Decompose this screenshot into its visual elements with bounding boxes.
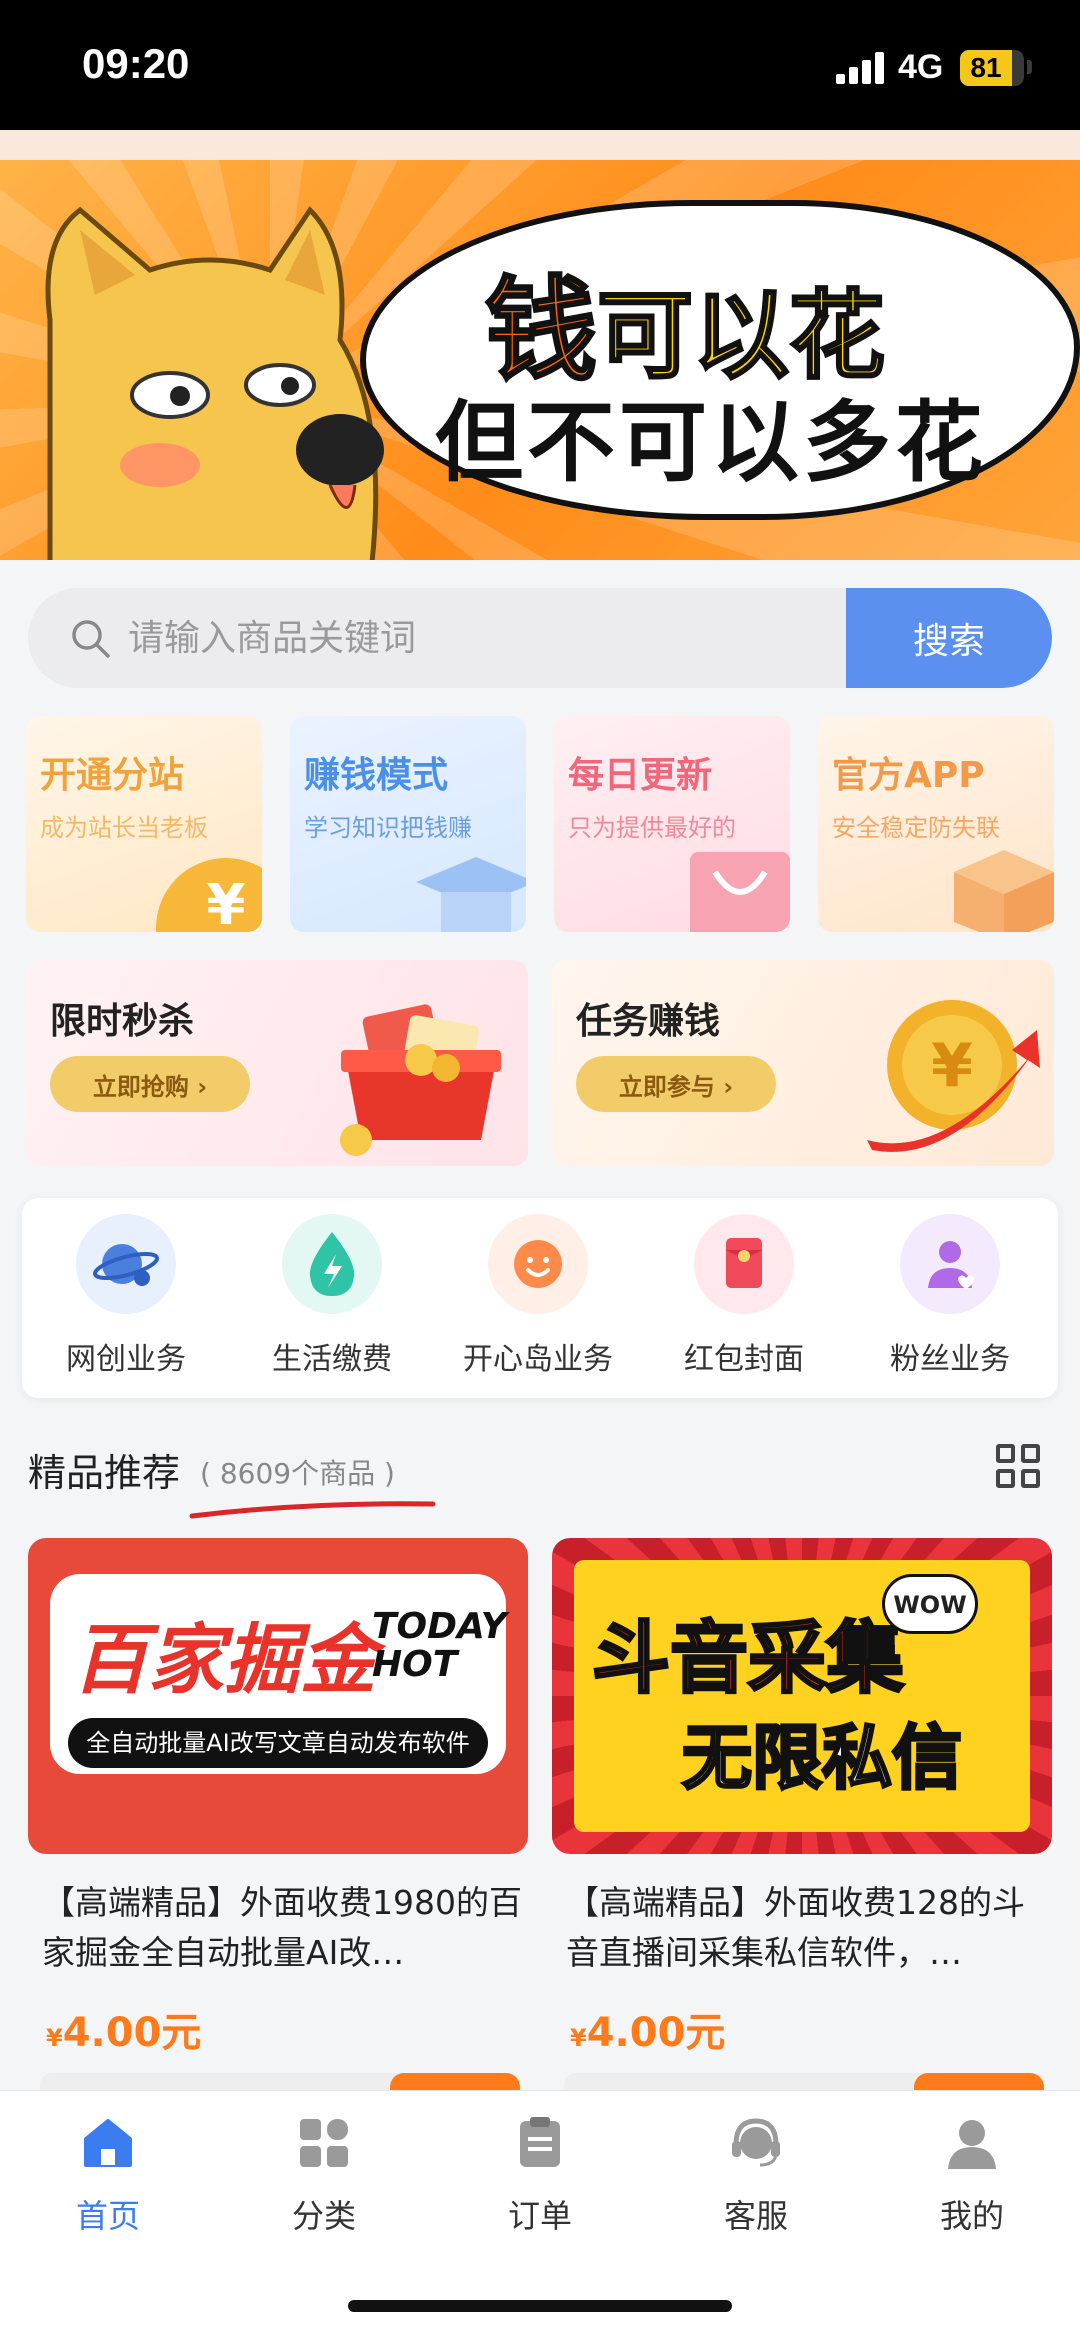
- red-underline-mark: [189, 1501, 436, 1519]
- price-symbol: ¥: [46, 2024, 63, 2052]
- grid-view-toggle-icon[interactable]: [996, 1444, 1042, 1490]
- product-image-badge: TODAY HOT: [372, 1608, 507, 1684]
- promo-card-flash-sale[interactable]: 限时秒杀 立即抢购 ›: [26, 960, 528, 1166]
- product-card[interactable]: 斗音采集 WOW 无限私信 【高端精品】外面收费128的斗音直播间采集私信软件，…: [552, 1538, 1052, 2103]
- product-image: 斗音采集 WOW 无限私信: [552, 1538, 1052, 1854]
- tab-label: 首页: [75, 2197, 140, 2235]
- product-image: 百家掘金 TODAY HOT 全自动批量AI改写文章自动发布软件: [28, 1538, 528, 1854]
- feature-title: 开通分站: [40, 755, 185, 796]
- tab-category[interactable]: 分类: [244, 2115, 404, 2235]
- feature-title: 每日更新: [568, 755, 713, 796]
- battery-level: 81: [970, 52, 1002, 83]
- category-grid-icon: [300, 2119, 348, 2167]
- tab-label: 客服: [723, 2197, 788, 2235]
- search-input[interactable]: [128, 588, 848, 688]
- product-image-headline: 百家掘金: [72, 1615, 376, 1704]
- product-image-badge: WOW: [882, 1574, 978, 1634]
- product-price: ¥4.00元: [46, 2000, 201, 2058]
- join-now-button[interactable]: 立即参与 ›: [576, 1056, 776, 1112]
- tab-label: 我的: [939, 2197, 1004, 2235]
- product-image-subline: 无限私信: [681, 1716, 964, 1801]
- promo-title: 限时秒杀: [50, 1001, 195, 1042]
- water-drop-icon: [282, 1214, 382, 1314]
- gold-coin-icon: ¥: [867, 1000, 1040, 1152]
- tab-label: 订单: [507, 2197, 572, 2235]
- promo-banner[interactable]: 钱可以花 但不可以多花: [0, 160, 1080, 560]
- feature-title: 赚钱模式: [304, 755, 449, 796]
- graduation-cap-icon: [416, 857, 526, 932]
- service-shortcuts: 网创业务 生活缴费 开心岛业务 红包封面 粉丝业务: [22, 1198, 1058, 1398]
- section-title: 精品推荐: [28, 1451, 181, 1495]
- feature-card-daily-update[interactable]: 每日更新 只为提供最好的: [554, 716, 790, 932]
- product-image-headline: 斗音采集: [590, 1613, 905, 1706]
- product-card[interactable]: 百家掘金 TODAY HOT 全自动批量AI改写文章自动发布软件 【高端精品】外…: [28, 1538, 528, 2103]
- headset-icon: [732, 2118, 780, 2167]
- battery-icon: 81: [960, 50, 1024, 86]
- product-count: ( 8609个商品 ): [200, 1457, 395, 1490]
- tab-label: 分类: [291, 2197, 356, 2235]
- service-fans[interactable]: 粉丝业务: [860, 1214, 1040, 1384]
- feature-title: 官方APP: [832, 755, 985, 796]
- service-label: 网创业务: [66, 1342, 186, 1377]
- badge-line-2: HOT: [372, 1644, 458, 1685]
- home-indicator: [348, 2300, 732, 2312]
- fans-user-icon: [900, 1214, 1000, 1314]
- planet-user-icon: [76, 1214, 176, 1314]
- product-title: 【高端精品】外面收费1980的百家掘金全自动批量AI改…: [42, 1883, 522, 1972]
- clipboard-icon: [520, 2117, 560, 2167]
- service-label: 红包封面: [684, 1342, 804, 1377]
- service-online-business[interactable]: 网创业务: [36, 1214, 216, 1384]
- service-label: 粉丝业务: [890, 1342, 1010, 1377]
- promo-title: 任务赚钱: [576, 1001, 721, 1042]
- feature-cards: 开通分站 成为站长当老板 ¥ 赚钱模式 学习知识把钱赚 每日更新 只为提供最好的…: [26, 716, 1056, 932]
- search-bar: 搜索: [28, 588, 1052, 688]
- svg-text:¥: ¥: [207, 873, 246, 932]
- feature-subtitle: 安全稳定防失联: [832, 814, 1000, 842]
- badge-line-1: TODAY: [372, 1606, 507, 1647]
- red-envelope-icon: [694, 1214, 794, 1314]
- smile-face-icon: [488, 1214, 588, 1314]
- tab-orders[interactable]: 订单: [460, 2115, 620, 2235]
- yen-coin-icon: ¥: [156, 858, 262, 932]
- price-amount: 4.00元: [62, 2010, 202, 2056]
- doge-illustration: [45, 206, 384, 560]
- page-top-strip: [0, 130, 1080, 160]
- search-button[interactable]: 搜索: [846, 588, 1052, 688]
- feature-card-official-app[interactable]: 官方APP 安全稳定防失联: [818, 716, 1054, 932]
- shopping-bag-icon: [690, 852, 790, 932]
- grab-now-button[interactable]: 立即抢购 ›: [50, 1056, 250, 1112]
- feature-card-earning[interactable]: 赚钱模式 学习知识把钱赚: [290, 716, 526, 932]
- feature-subtitle: 只为提供最好的: [568, 814, 736, 842]
- service-utility-bills[interactable]: 生活缴费: [242, 1214, 422, 1384]
- service-label: 开心岛业务: [463, 1342, 613, 1377]
- service-red-envelope[interactable]: 红包封面: [654, 1214, 834, 1384]
- banner-subheadline: 但不可以多花: [435, 391, 988, 494]
- status-time: 09:20: [82, 40, 190, 87]
- service-label: 生活缴费: [272, 1342, 392, 1377]
- product-title: 【高端精品】外面收费128的斗音直播间采集私信软件，…: [566, 1883, 1025, 1972]
- feature-subtitle: 学习知识把钱赚: [304, 814, 472, 842]
- tab-profile[interactable]: 我的: [892, 2115, 1052, 2235]
- feature-subtitle: 成为站长当老板: [40, 814, 208, 842]
- promo-card-tasks[interactable]: 任务赚钱 立即参与 › ¥: [552, 960, 1054, 1166]
- status-bar: 09:20 4G 81: [0, 0, 1080, 130]
- product-price: ¥4.00元: [570, 2000, 725, 2058]
- price-amount: 4.00元: [586, 2010, 726, 2056]
- product-image-caption: 全自动批量AI改写文章自动发布软件: [68, 1718, 488, 1768]
- home-icon: [84, 2119, 132, 2167]
- battery-cap: [1027, 60, 1032, 74]
- network-type: 4G: [898, 48, 944, 86]
- cellular-signal-icon: [836, 52, 886, 84]
- search-icon: [72, 620, 110, 658]
- svg-text:¥: ¥: [931, 1031, 973, 1101]
- price-symbol: ¥: [570, 2024, 587, 2052]
- tab-customer-service[interactable]: 客服: [676, 2115, 836, 2235]
- user-icon: [948, 2120, 996, 2169]
- gift-box-icon: [340, 1004, 501, 1156]
- feature-card-branch[interactable]: 开通分站 成为站长当老板 ¥: [26, 716, 262, 932]
- tab-home[interactable]: 首页: [28, 2115, 188, 2235]
- box-icon: [954, 850, 1054, 932]
- service-happy-island[interactable]: 开心岛业务: [448, 1214, 628, 1384]
